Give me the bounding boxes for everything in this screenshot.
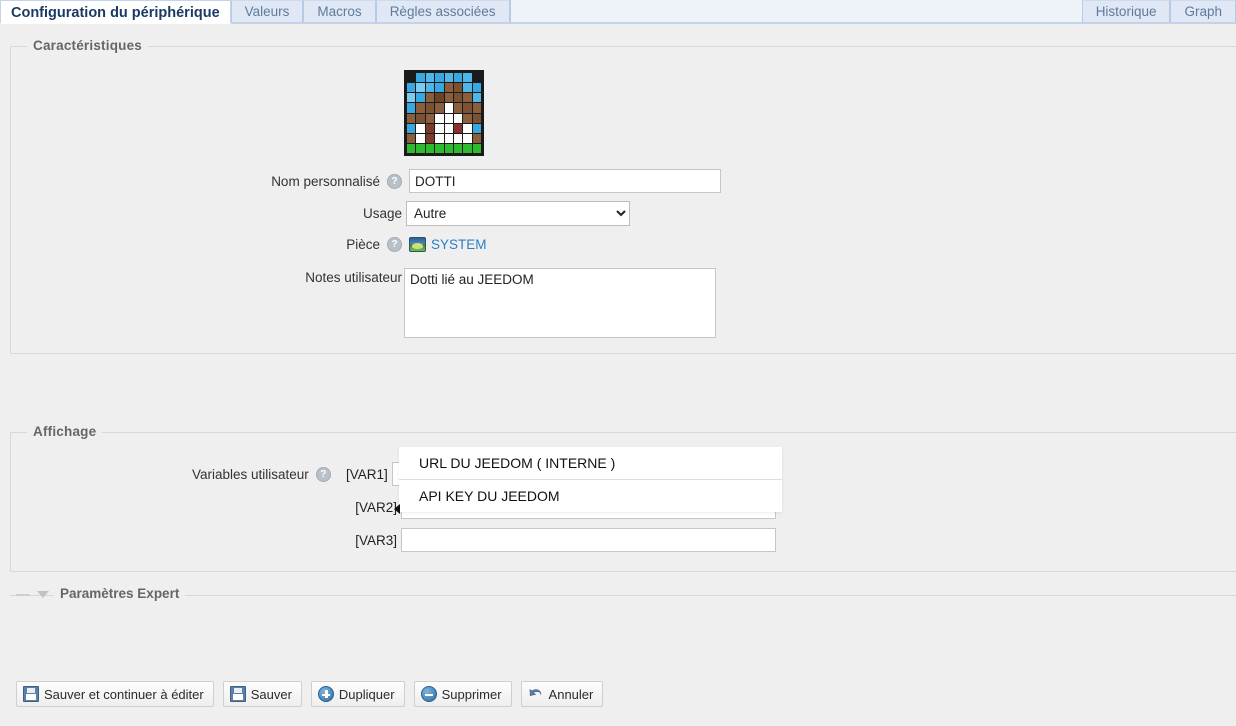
notes-textarea[interactable]	[404, 268, 716, 338]
delete-button[interactable]: Supprimer	[413, 681, 512, 707]
row-room: Pièce ? SYSTEM	[250, 237, 487, 252]
user-variables-label: Variables utilisateur	[192, 466, 309, 482]
expert-settings-title[interactable]: Paramètres Expert	[54, 586, 186, 601]
chevron-down-icon[interactable]	[37, 591, 49, 598]
duplicate-button[interactable]: Dupliquer	[310, 681, 405, 707]
save-icon	[229, 686, 246, 702]
help-icon-custom-name[interactable]: ?	[387, 173, 402, 189]
expert-settings-section: Paramètres Expert	[10, 586, 1236, 604]
save-icon	[23, 686, 39, 702]
delete-label: Supprimer	[441, 686, 502, 702]
cancel-button[interactable]: Annuler	[520, 681, 604, 707]
help-icon-room[interactable]: ?	[387, 237, 402, 252]
room-image-icon	[409, 237, 426, 252]
expert-divider	[10, 595, 1236, 596]
variable-suggestion-dropdown[interactable]: URL DU JEEDOM ( INTERNE ) API KEY DU JEE…	[394, 447, 782, 514]
custom-name-input[interactable]	[409, 169, 721, 193]
notes-label: Notes utilisateur	[305, 270, 402, 285]
row-var3: [VAR3]	[347, 528, 776, 552]
suggestion-pointer-arrow	[394, 504, 400, 514]
save-and-continue-button[interactable]: Sauver et continuer à éditer	[16, 681, 214, 707]
action-button-bar: Sauver et continuer à éditer Sauver Dupl…	[16, 681, 604, 707]
tab-bar: Configuration du périphérique Valeurs Ma…	[0, 0, 1236, 24]
room-label: Pièce	[346, 237, 380, 252]
duplicate-icon	[317, 686, 334, 702]
characteristics-legend: Caractéristiques	[27, 38, 148, 53]
row-notes: Notes utilisateur	[250, 268, 716, 338]
var1-tag: [VAR1]	[346, 466, 388, 482]
var3-tag: [VAR3]	[355, 532, 397, 548]
usage-select[interactable]: Autre	[406, 201, 630, 226]
minecraft-pixel-art-icon	[404, 70, 484, 156]
expert-dash	[16, 594, 30, 596]
row-usage: Usage Autre	[250, 201, 630, 226]
usage-label: Usage	[362, 206, 402, 221]
var3-input[interactable]	[401, 528, 776, 552]
tab-graph[interactable]: Graph	[1170, 0, 1236, 22]
save-button[interactable]: Sauver	[222, 681, 302, 707]
row-custom-name: Nom personnalisé ?	[250, 169, 721, 193]
room-link[interactable]: SYSTEM	[431, 237, 487, 252]
tab-regles-associees[interactable]: Règles associées	[375, 0, 510, 22]
tab-configuration-du-peripherique[interactable]: Configuration du périphérique	[0, 0, 231, 24]
suggestion-item-url-jeedom[interactable]: URL DU JEEDOM ( INTERNE )	[399, 447, 782, 480]
tab-group-left: Configuration du périphérique Valeurs Ma…	[0, 0, 511, 24]
save-and-continue-label: Sauver et continuer à éditer	[44, 686, 204, 702]
tab-group-right: Historique Graph	[1081, 0, 1236, 22]
var2-tag: [VAR2]	[355, 499, 397, 515]
delete-icon	[420, 686, 437, 702]
undo-icon	[528, 686, 544, 702]
help-icon-user-variables[interactable]: ?	[315, 466, 331, 482]
custom-name-label: Nom personnalisé	[271, 173, 380, 189]
tab-bar-filler	[509, 0, 511, 22]
save-label: Sauver	[250, 686, 292, 702]
duplicate-label: Dupliquer	[338, 686, 395, 702]
tab-valeurs[interactable]: Valeurs	[230, 0, 304, 22]
suggestion-item-api-key-jeedom[interactable]: API KEY DU JEEDOM	[399, 480, 782, 512]
tab-macros[interactable]: Macros	[303, 0, 376, 22]
cancel-label: Annuler	[548, 686, 594, 702]
display-legend: Affichage	[27, 424, 103, 439]
tab-historique[interactable]: Historique	[1081, 0, 1171, 22]
